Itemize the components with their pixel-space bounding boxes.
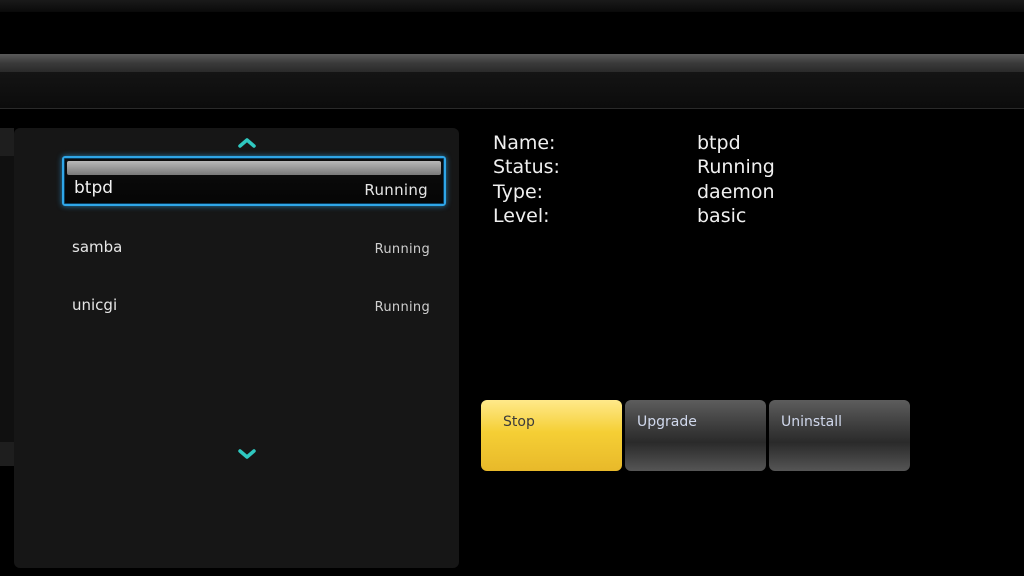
detail-label: Status: (493, 156, 560, 178)
header-bar (0, 54, 1024, 72)
service-name: unicgi (72, 296, 118, 314)
detail-level: Level: basic (493, 205, 913, 230)
service-status: Running (364, 181, 428, 199)
subheader-bar (0, 72, 1024, 109)
panel-edge-top (0, 128, 14, 156)
selection-highlight (67, 161, 441, 175)
service-row-unicgi[interactable]: unicgi Running (62, 282, 446, 332)
uninstall-button[interactable]: Uninstall (769, 400, 910, 471)
panel-edge-middle (0, 156, 14, 442)
detail-value: btpd (697, 132, 741, 154)
service-status: Running (374, 300, 430, 315)
service-name: btpd (74, 178, 114, 198)
detail-name: Name: btpd (493, 132, 913, 157)
detail-value: daemon (697, 181, 775, 203)
detail-value: Running (697, 156, 775, 178)
stop-button[interactable]: Stop (481, 400, 622, 471)
panel-edge-bottom (0, 442, 14, 466)
upgrade-button[interactable]: Upgrade (625, 400, 766, 471)
top-bar (0, 0, 1024, 12)
detail-label: Level: (493, 205, 550, 227)
detail-label: Type: (493, 181, 544, 203)
chevron-up-icon[interactable] (237, 136, 257, 148)
detail-status: Status: Running (493, 156, 913, 181)
service-row-samba[interactable]: samba Running (62, 224, 446, 274)
chevron-down-icon[interactable] (237, 448, 257, 460)
service-name: samba (72, 238, 123, 256)
detail-value: basic (697, 205, 747, 227)
service-row-btpd[interactable]: btpd Running (62, 156, 446, 206)
detail-label: Name: (493, 132, 556, 154)
detail-type: Type: daemon (493, 181, 913, 206)
service-status: Running (374, 242, 430, 257)
